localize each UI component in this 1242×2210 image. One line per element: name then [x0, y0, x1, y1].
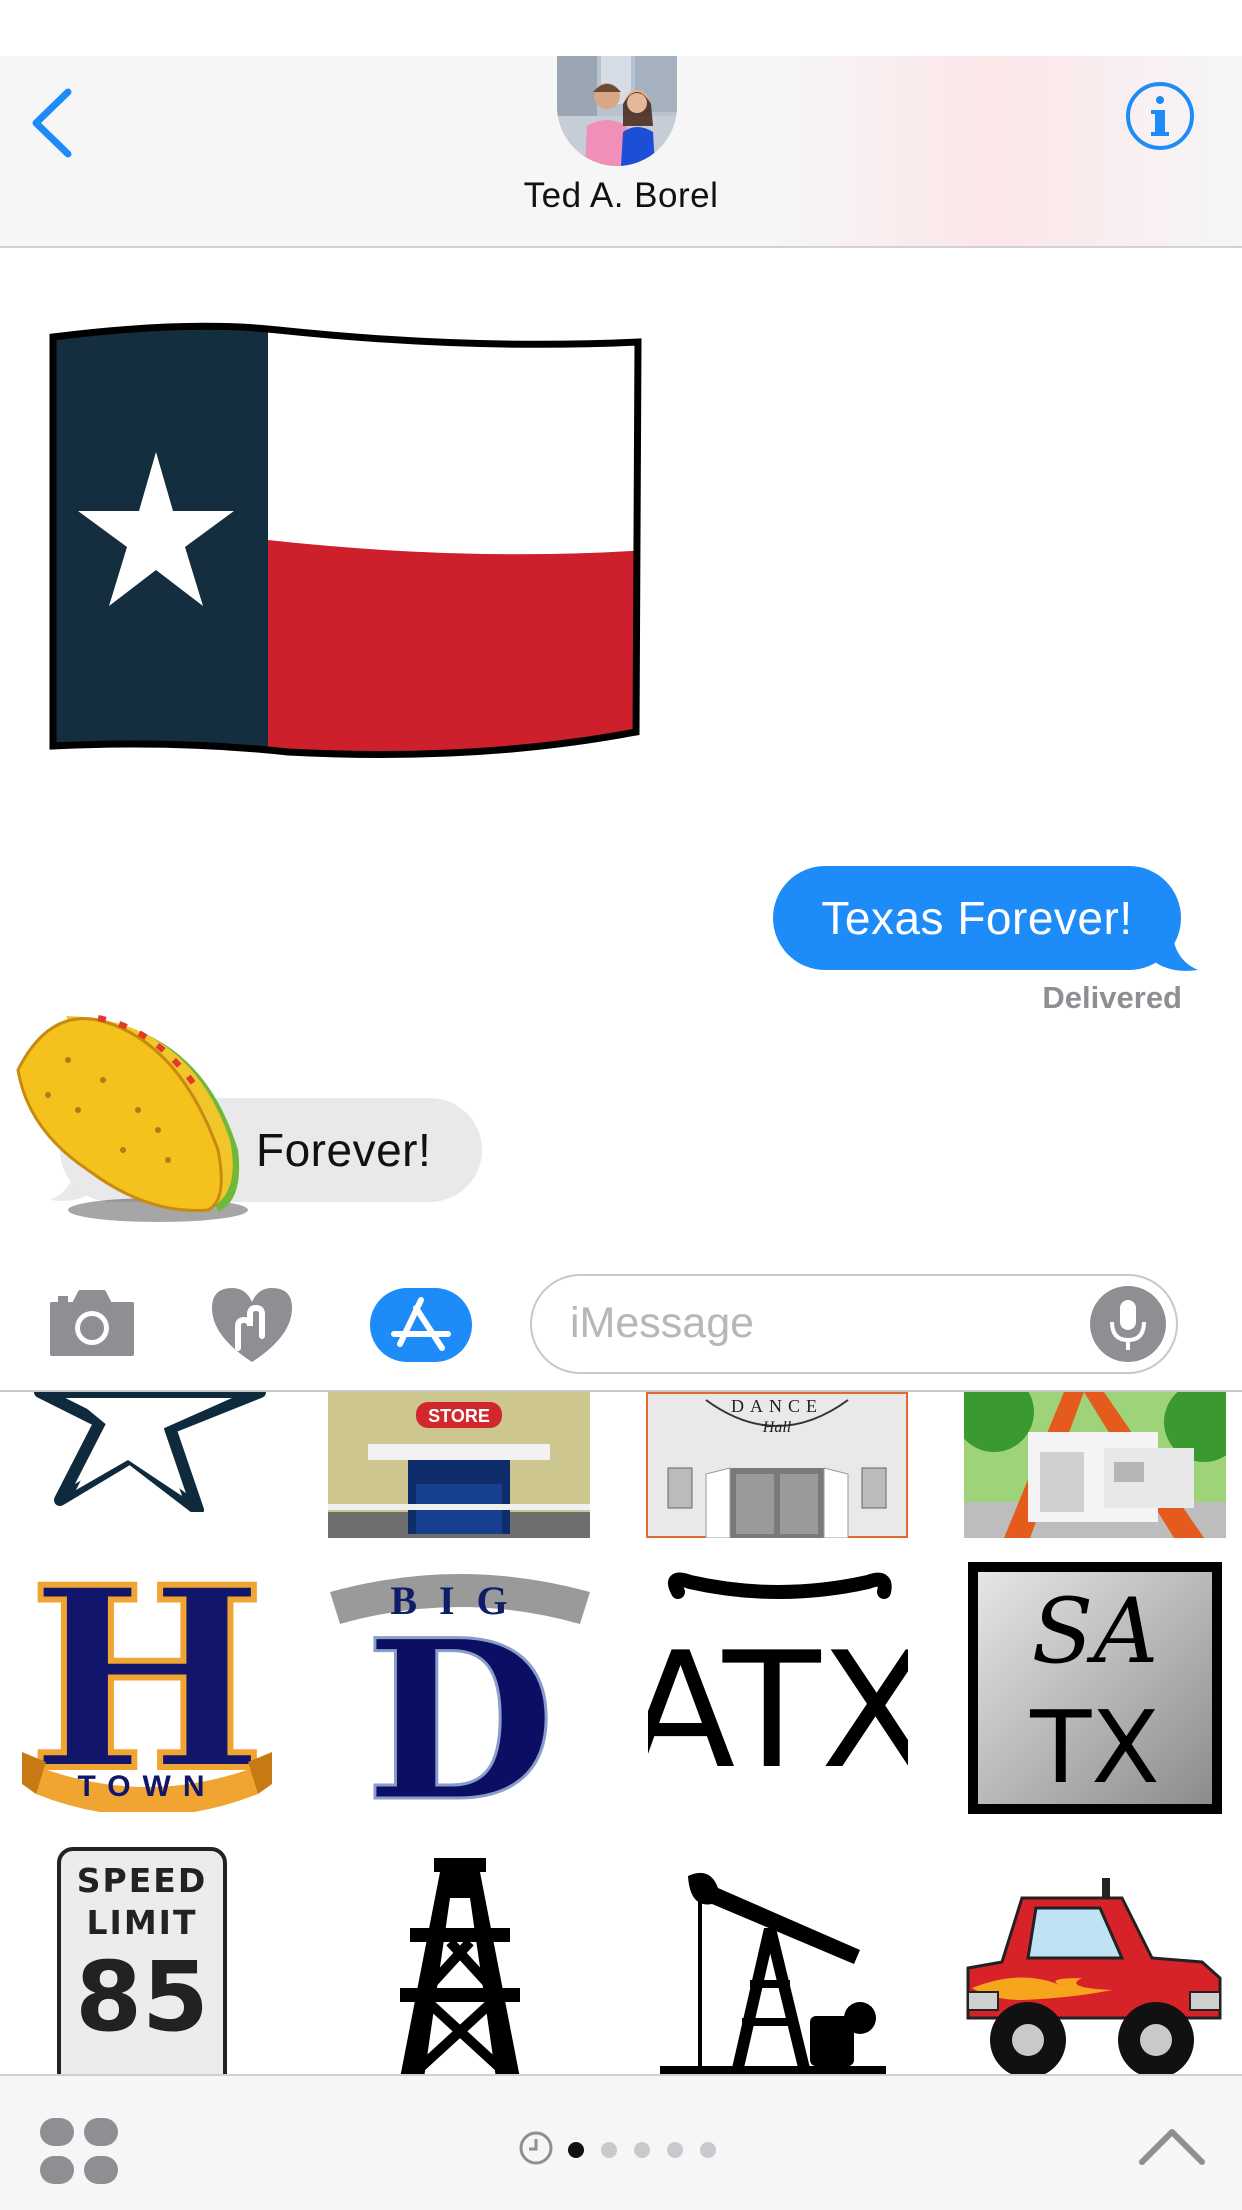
h-town-banner: TOWN	[77, 1770, 216, 1803]
page-dot[interactable]	[700, 2142, 716, 2158]
star-sticker[interactable]	[20, 1392, 280, 1516]
oil-derrick-sticker[interactable]	[370, 1858, 550, 2074]
speed-line2: LIMIT	[87, 1903, 198, 1942]
digital-touch-heart-icon	[212, 1288, 292, 1362]
apps-grid-icon	[40, 2118, 118, 2184]
back-button[interactable]	[20, 78, 100, 168]
delivery-status: Delivered	[1042, 980, 1182, 1015]
monster-truck-icon	[966, 1878, 1222, 2074]
sticker-drawer: STORE DANCE Hall H TOWN BIG D ATX SA TX …	[0, 1392, 1242, 2074]
d-letter: D	[365, 1591, 556, 1812]
store-label: STORE	[428, 1406, 490, 1426]
page-dot[interactable]	[667, 2142, 683, 2158]
microphone-button[interactable]	[1090, 1286, 1166, 1362]
speed-limit-sticker[interactable]: SPEED LIMIT 85	[56, 1846, 228, 2074]
monster-truck-sticker[interactable]	[962, 1878, 1226, 2074]
speed-value: 85	[75, 1941, 209, 2053]
camera-button[interactable]	[48, 1288, 136, 1358]
atx-sticker[interactable]: ATX	[626, 1562, 930, 1812]
satx-line2: TX	[1029, 1689, 1160, 1806]
building-icon	[954, 1392, 1242, 1538]
star-icon	[34, 1392, 266, 1516]
big-d-sticker[interactable]: BIG D	[330, 1562, 590, 1852]
h-town-icon: H TOWN	[22, 1529, 272, 1829]
chevron-left-icon	[32, 88, 72, 158]
avatar[interactable]	[557, 56, 677, 166]
page-dot-active[interactable]	[568, 2142, 584, 2158]
taco-icon	[16, 1015, 248, 1222]
oil-derrick-icon	[400, 1858, 520, 2074]
page-dot[interactable]	[601, 2142, 617, 2158]
big-d-icon: BIG D	[330, 1574, 590, 1852]
store-icon: STORE	[328, 1392, 590, 1538]
atx-icon: ATX	[626, 1572, 930, 1804]
store-sticker[interactable]: STORE	[328, 1392, 590, 1538]
svg-text:DANCE: DANCE	[731, 1396, 823, 1416]
page-dot[interactable]	[634, 2142, 650, 2158]
digital-touch-button[interactable]	[208, 1284, 296, 1366]
microphone-icon	[1110, 1300, 1146, 1350]
dance-hall-sticker[interactable]: DANCE Hall	[644, 1392, 910, 1540]
chevron-up-icon	[1139, 2129, 1205, 2165]
conversation-header: Ted A. Borel	[0, 56, 1242, 248]
bubble-tail	[1150, 930, 1198, 971]
incoming-message-text: Forever!	[256, 1124, 432, 1176]
info-button[interactable]	[1124, 80, 1196, 152]
dance-hall-icon: DANCE Hall	[644, 1392, 910, 1540]
outgoing-message-bubble[interactable]: Texas Forever!	[773, 866, 1181, 970]
contact-name[interactable]: Ted A. Borel	[421, 176, 821, 216]
collapse-drawer-button[interactable]	[1136, 2116, 1208, 2178]
satx-sticker[interactable]: SA TX	[964, 1558, 1226, 1818]
satx-icon: SA TX	[968, 1562, 1222, 1814]
svg-text:Hall: Hall	[762, 1419, 792, 1436]
message-placeholder: iMessage	[570, 1299, 755, 1347]
texas-flag-sticker[interactable]	[48, 322, 648, 772]
camera-icon	[50, 1290, 134, 1356]
h-town-sticker[interactable]: H TOWN	[22, 1529, 282, 1829]
message-input[interactable]: iMessage	[530, 1274, 1178, 1374]
atx-label: ATX	[648, 1617, 908, 1804]
clock-icon[interactable]	[518, 2130, 554, 2166]
app-drawer-bar	[0, 2074, 1242, 2210]
contact-photo	[557, 56, 677, 166]
info-icon	[1126, 82, 1194, 150]
satx-line1: SA	[1032, 1579, 1159, 1684]
building-sticker[interactable]	[954, 1392, 1242, 1538]
texas-flag-icon	[49, 322, 642, 758]
apps-button[interactable]	[38, 2116, 122, 2188]
speed-limit-icon: SPEED LIMIT 85	[57, 1847, 227, 2074]
pumpjack-sticker[interactable]	[660, 1868, 900, 2074]
taco-sticker[interactable]	[8, 1000, 248, 1230]
speed-line1: SPEED	[77, 1861, 207, 1900]
app-store-button[interactable]	[370, 1288, 472, 1362]
app-store-icon	[391, 1297, 451, 1351]
pumpjack-icon	[660, 1872, 886, 2074]
